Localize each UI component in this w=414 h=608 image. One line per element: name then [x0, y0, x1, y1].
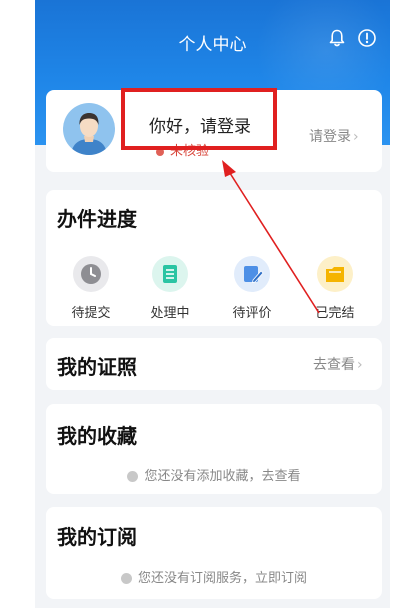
progress-item-label: 处理中: [150, 306, 190, 321]
favorites-card: 我的收藏 您还没有添加收藏，去查看: [46, 404, 382, 494]
progress-item-label: 待提交: [71, 306, 111, 321]
subscriptions-card: 我的订阅 您还没有订阅服务，立即订阅: [46, 507, 382, 599]
chevron-right-icon: ›: [353, 129, 359, 145]
view-certificates-label: 去查看: [313, 357, 355, 373]
empty-dot-icon: [120, 573, 132, 584]
login-link-label: 请登录: [309, 129, 351, 145]
progress-item-label: 待评价: [232, 306, 272, 321]
subscriptions-empty-text: 您还没有订阅服务，立即订阅: [137, 571, 307, 586]
progress-item-processing[interactable]: 处理中: [135, 256, 205, 321]
favorites-empty-text: 您还没有添加收藏，去查看: [144, 469, 301, 484]
favorites-empty-note[interactable]: 您还没有添加收藏，去查看: [46, 465, 382, 484]
progress-items: 待提交 处理中 待评价 已完结: [46, 256, 382, 321]
folder-icon: [317, 256, 353, 292]
progress-item-completed[interactable]: 已完结: [300, 256, 370, 321]
progress-item-to-evaluate[interactable]: 待评价: [217, 256, 287, 321]
subscriptions-empty-note[interactable]: 您还没有订阅服务，立即订阅: [46, 567, 382, 586]
login-link[interactable]: 请登录 ›: [309, 126, 359, 146]
favorites-title: 我的收藏: [57, 424, 137, 448]
clock-icon: [73, 256, 109, 292]
info-icon[interactable]: [357, 28, 377, 48]
empty-dot-icon: [127, 471, 139, 482]
progress-card: 办件进度 待提交 处理中 待评价 已完结: [46, 190, 382, 326]
edit-icon: [234, 256, 270, 292]
progress-item-pending-submit[interactable]: 待提交: [56, 256, 126, 321]
document-list-icon: [152, 256, 188, 292]
certificates-title: 我的证照: [57, 355, 137, 379]
bell-icon[interactable]: [327, 28, 347, 48]
view-certificates-link[interactable]: 去查看 ›: [313, 354, 363, 374]
progress-title: 办件进度: [57, 207, 137, 231]
subscriptions-title: 我的订阅: [57, 525, 137, 549]
user-avatar-icon: [63, 103, 115, 155]
avatar[interactable]: [63, 103, 115, 155]
progress-item-label: 已完结: [315, 306, 355, 321]
certificates-card[interactable]: 我的证照 去查看 ›: [46, 338, 382, 390]
annotation-highlight-box: [121, 88, 277, 150]
chevron-right-icon: ›: [357, 357, 363, 373]
